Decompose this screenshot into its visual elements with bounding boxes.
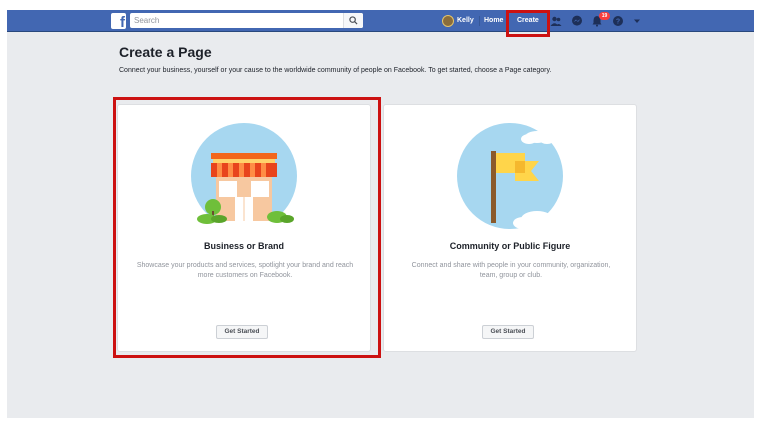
search-button[interactable]: [343, 13, 363, 28]
flag-icon: [457, 123, 563, 229]
create-link[interactable]: Create: [517, 16, 539, 26]
logo-letter: f: [120, 14, 125, 31]
top-navigation-bar: f Search Kelly Home Create 19 ?: [7, 10, 754, 32]
search-icon: [349, 16, 358, 25]
card-title: Community or Public Figure: [449, 241, 571, 251]
nav-divider: [479, 16, 480, 26]
home-link[interactable]: Home: [484, 16, 503, 26]
help-icon: ?: [613, 16, 623, 26]
app-window: f Search Kelly Home Create 19 ? Create a…: [7, 10, 754, 418]
caret-down-icon: [634, 19, 640, 23]
card-description: Connect and share with people in your co…: [411, 262, 611, 279]
page-description: Connect your business, yourself or your …: [119, 67, 552, 74]
get-started-button[interactable]: Get Started: [482, 325, 534, 339]
friends-icon: [550, 16, 562, 26]
card-description: Showcase your products and services, spo…: [136, 262, 354, 279]
community-or-public-figure-card[interactable]: Community or Public Figure Connect and s…: [383, 104, 637, 352]
account-menu-button[interactable]: [630, 14, 644, 28]
friend-requests-button[interactable]: [549, 14, 563, 28]
search-input[interactable]: Search: [130, 13, 363, 28]
messenger-icon: [572, 15, 582, 26]
notification-count-badge: 19: [599, 12, 610, 20]
business-or-brand-card[interactable]: Business or Brand Showcase your products…: [117, 104, 371, 352]
page-title: Create a Page: [119, 44, 212, 60]
card-title: Business or Brand: [203, 241, 285, 251]
avatar[interactable]: [442, 15, 454, 27]
messenger-button[interactable]: [570, 14, 584, 28]
profile-link[interactable]: Kelly: [457, 16, 474, 26]
svg-text:?: ?: [616, 19, 620, 26]
get-started-button[interactable]: Get Started: [216, 325, 268, 339]
help-button[interactable]: ?: [611, 14, 625, 28]
storefront-icon: [191, 123, 297, 229]
facebook-logo-icon[interactable]: f: [111, 13, 126, 31]
